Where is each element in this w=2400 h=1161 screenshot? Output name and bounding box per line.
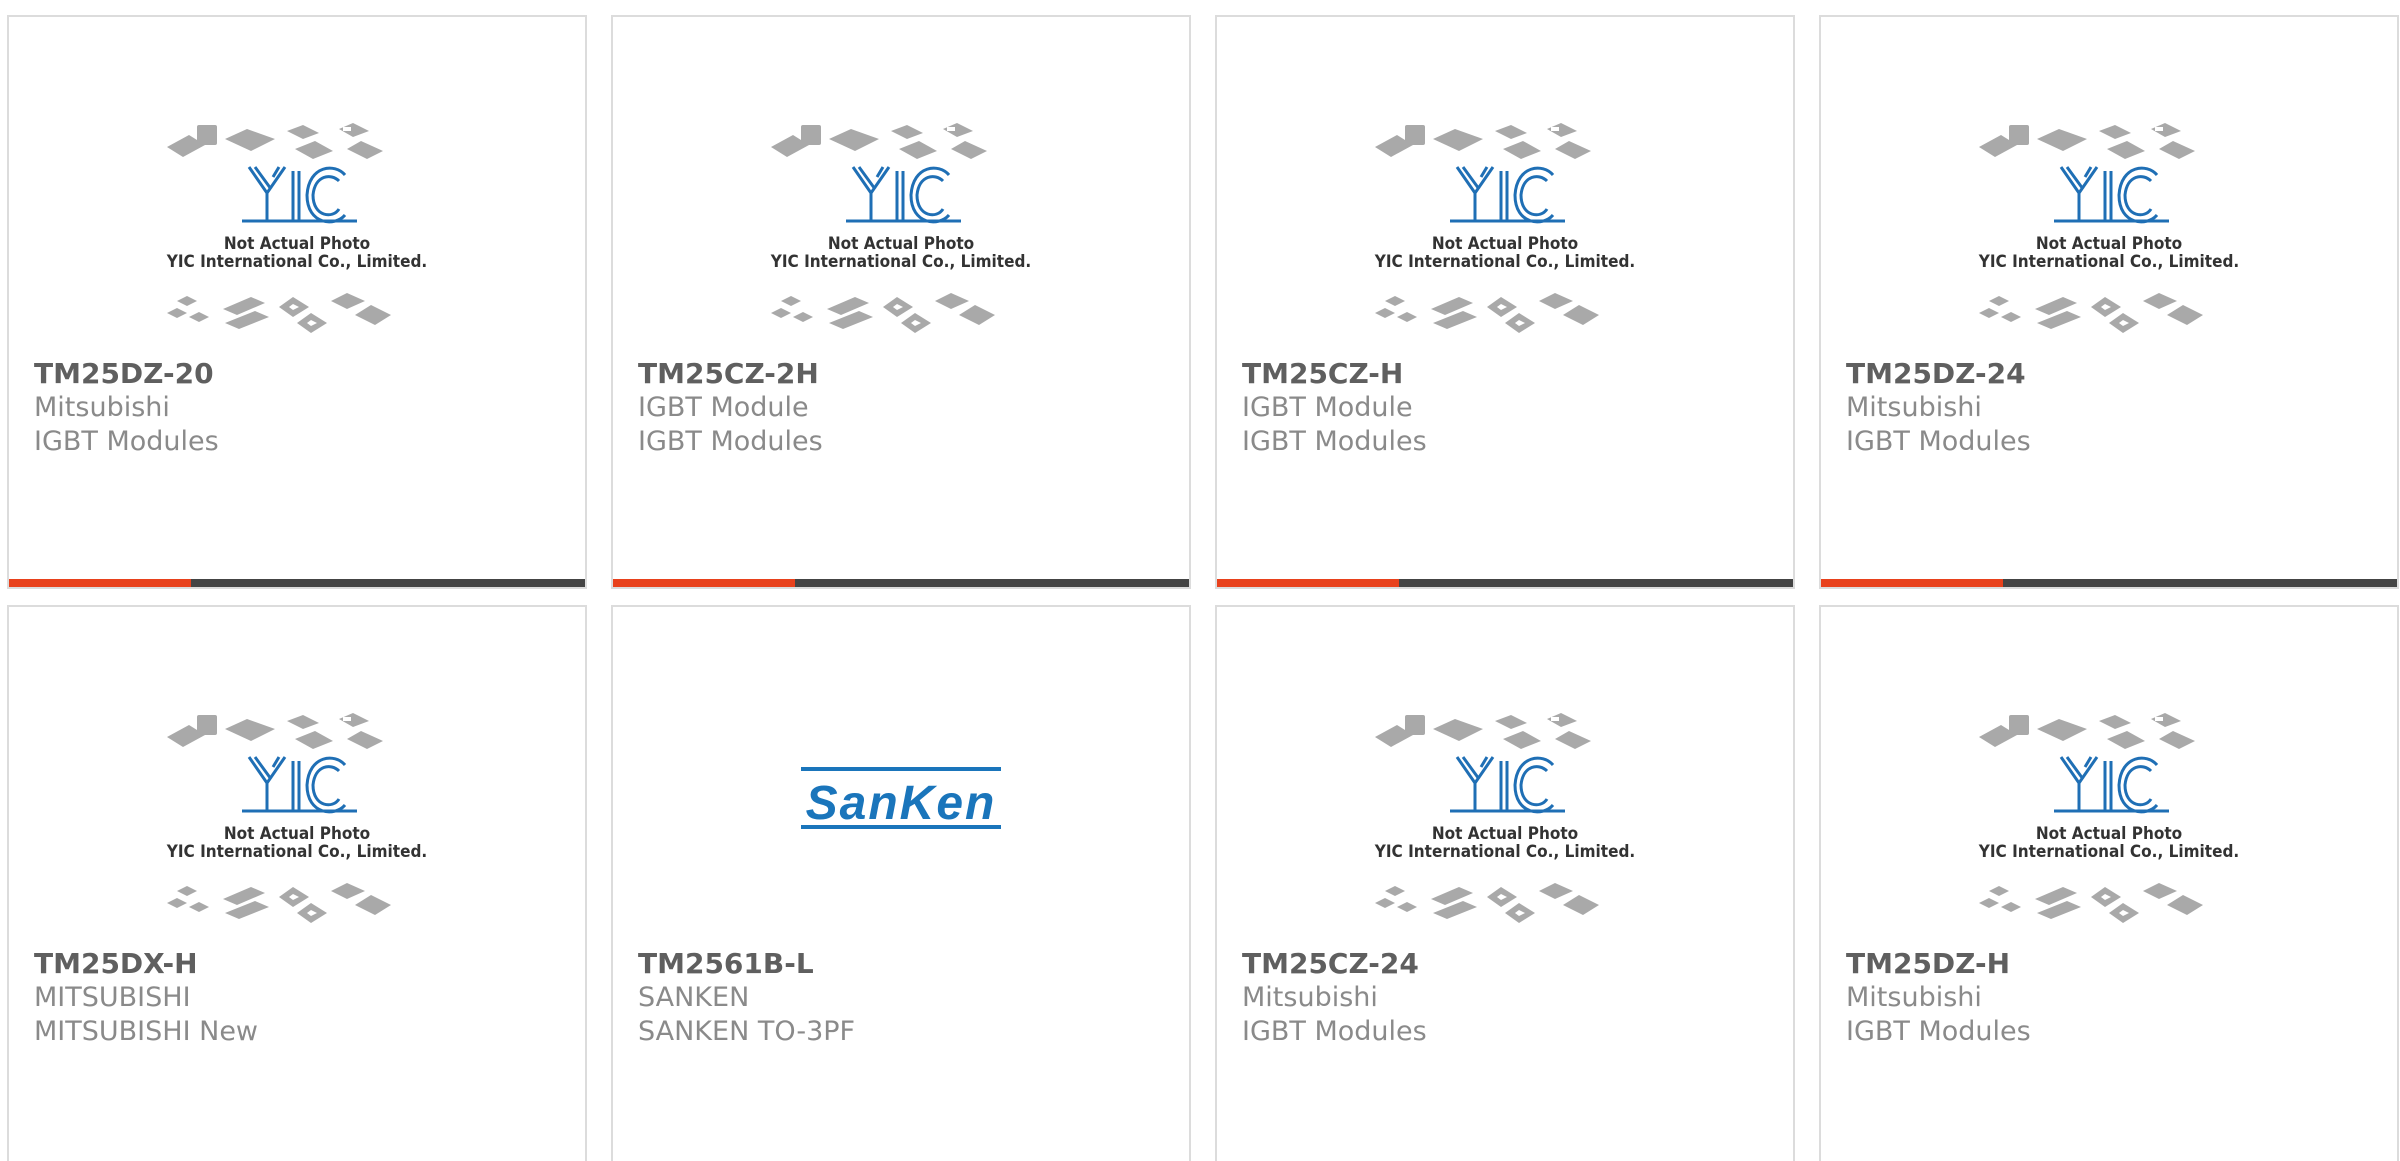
manufacturer-text: IGBT Module bbox=[638, 392, 809, 423]
company-text: YIC International Co., Limited. bbox=[1374, 252, 1635, 272]
manufacturer-text: IGBT Module bbox=[1242, 392, 1413, 423]
product-thumbnail[interactable]: Not Actual Photo YIC International Co., … bbox=[9, 97, 585, 367]
category-text: IGBT Modules bbox=[1242, 426, 1427, 457]
not-actual-photo-text: Not Actual Photo bbox=[224, 234, 370, 254]
part-number-link[interactable]: TM2561B-L bbox=[638, 947, 1169, 981]
part-number-link[interactable]: TM25DZ-20 bbox=[34, 357, 565, 391]
product-placeholder-image: Not Actual Photo YIC International Co., … bbox=[1978, 123, 2239, 333]
product-thumbnail[interactable]: Not Actual Photo YIC International Co., … bbox=[9, 687, 585, 957]
category-text: MITSUBISHI New bbox=[34, 1016, 259, 1047]
product-card[interactable]: Not Actual Photo YIC International Co., … bbox=[1215, 15, 1795, 589]
category-text: IGBT Modules bbox=[1846, 1016, 2031, 1047]
not-actual-photo-text: Not Actual Photo bbox=[1432, 234, 1578, 254]
company-text: YIC International Co., Limited. bbox=[166, 252, 427, 272]
product-card[interactable]: Not Actual Photo YIC International Co., … bbox=[1819, 15, 2399, 589]
not-actual-photo-text: Not Actual Photo bbox=[2036, 824, 2182, 844]
product-info: TM25CZ-2H IGBT Module IGBT Modules bbox=[638, 357, 1169, 459]
product-placeholder-image: Not Actual Photo YIC International Co., … bbox=[770, 123, 1031, 333]
product-grid: Not Actual Photo YIC International Co., … bbox=[0, 0, 2400, 1161]
product-thumbnail[interactable]: Not Actual Photo YIC International Co., … bbox=[1217, 687, 1793, 957]
product-thumbnail[interactable]: Not Actual Photo YIC International Co., … bbox=[1821, 687, 2397, 957]
product-card[interactable]: Not Actual Photo YIC International Co., … bbox=[1215, 605, 1795, 1161]
part-number-link[interactable]: TM25CZ-2H bbox=[638, 357, 1169, 391]
card-accent-bar bbox=[1217, 579, 1399, 587]
product-card[interactable]: Not Actual Photo YIC International Co., … bbox=[7, 605, 587, 1161]
product-info: TM25DX-H MITSUBISHI MITSUBISHI New bbox=[34, 947, 565, 1049]
category-text: IGBT Modules bbox=[638, 426, 823, 457]
product-thumbnail[interactable]: Not Actual Photo YIC International Co., … bbox=[1821, 97, 2397, 367]
manufacturer-text: Mitsubishi bbox=[1846, 392, 1982, 423]
product-info: TM25CZ-24 Mitsubishi IGBT Modules bbox=[1242, 947, 1773, 1049]
product-placeholder-image: Not Actual Photo YIC International Co., … bbox=[1374, 123, 1635, 333]
product-card[interactable]: Not Actual Photo YIC International Co., … bbox=[1819, 605, 2399, 1161]
product-card[interactable]: Not Actual Photo YIC International Co., … bbox=[7, 15, 587, 589]
part-number-link[interactable]: TM25DZ-H bbox=[1846, 947, 2377, 981]
manufacturer-text: Mitsubishi bbox=[1242, 982, 1378, 1013]
not-actual-photo-text: Not Actual Photo bbox=[1432, 824, 1578, 844]
card-accent-bar bbox=[613, 579, 795, 587]
not-actual-photo-text: Not Actual Photo bbox=[2036, 234, 2182, 254]
manufacturer-text: MITSUBISHI bbox=[34, 982, 191, 1013]
product-thumbnail[interactable]: Not Actual Photo YIC International Co., … bbox=[1217, 97, 1793, 367]
product-info: TM25DZ-20 Mitsubishi IGBT Modules bbox=[34, 357, 565, 459]
company-text: YIC International Co., Limited. bbox=[1978, 842, 2239, 862]
manufacturer-text: Mitsubishi bbox=[34, 392, 170, 423]
company-text: YIC International Co., Limited. bbox=[1978, 252, 2239, 272]
card-hover-bar bbox=[613, 579, 1189, 587]
company-text: YIC International Co., Limited. bbox=[1374, 842, 1635, 862]
category-text: SANKEN TO-3PF bbox=[638, 1016, 856, 1047]
product-thumbnail[interactable]: SanKen bbox=[613, 687, 1189, 957]
part-number-link[interactable]: TM25DX-H bbox=[34, 947, 565, 981]
card-hover-bar bbox=[9, 579, 585, 587]
part-number-link[interactable]: TM25DZ-24 bbox=[1846, 357, 2377, 391]
manufacturer-text: SANKEN bbox=[638, 982, 750, 1013]
company-text: YIC International Co., Limited. bbox=[770, 252, 1031, 272]
card-accent-bar bbox=[1821, 579, 2003, 587]
product-card[interactable]: Not Actual Photo YIC International Co., … bbox=[611, 15, 1191, 589]
category-text: IGBT Modules bbox=[1242, 1016, 1427, 1047]
product-info: TM25CZ-H IGBT Module IGBT Modules bbox=[1242, 357, 1773, 459]
category-text: IGBT Modules bbox=[1846, 426, 2031, 457]
category-text: IGBT Modules bbox=[34, 426, 219, 457]
part-number-link[interactable]: TM25CZ-24 bbox=[1242, 947, 1773, 981]
product-placeholder-image: Not Actual Photo YIC International Co., … bbox=[1978, 713, 2239, 923]
product-placeholder-image: Not Actual Photo YIC International Co., … bbox=[1374, 713, 1635, 923]
card-hover-bar bbox=[1217, 579, 1793, 587]
card-hover-bar bbox=[1821, 579, 2397, 587]
not-actual-photo-text: Not Actual Photo bbox=[224, 824, 370, 844]
product-info: TM2561B-L SANKEN SANKEN TO-3PF bbox=[638, 947, 1169, 1049]
product-thumbnail[interactable]: Not Actual Photo YIC International Co., … bbox=[613, 97, 1189, 367]
product-info: TM25DZ-24 Mitsubishi IGBT Modules bbox=[1846, 357, 2377, 459]
not-actual-photo-text: Not Actual Photo bbox=[828, 234, 974, 254]
card-accent-bar bbox=[9, 579, 191, 587]
sanken-logo-image: SanKen bbox=[801, 767, 1001, 830]
product-card[interactable]: SanKen TM2561B-L SANKEN SANKEN TO-3PF bbox=[611, 605, 1191, 1161]
product-placeholder-image: Not Actual Photo YIC International Co., … bbox=[166, 123, 427, 333]
manufacturer-text: Mitsubishi bbox=[1846, 982, 1982, 1013]
part-number-link[interactable]: TM25CZ-H bbox=[1242, 357, 1773, 391]
company-text: YIC International Co., Limited. bbox=[166, 842, 427, 862]
sanken-logo-text: SanKen bbox=[806, 777, 997, 830]
product-placeholder-image: Not Actual Photo YIC International Co., … bbox=[166, 713, 427, 923]
product-info: TM25DZ-H Mitsubishi IGBT Modules bbox=[1846, 947, 2377, 1049]
